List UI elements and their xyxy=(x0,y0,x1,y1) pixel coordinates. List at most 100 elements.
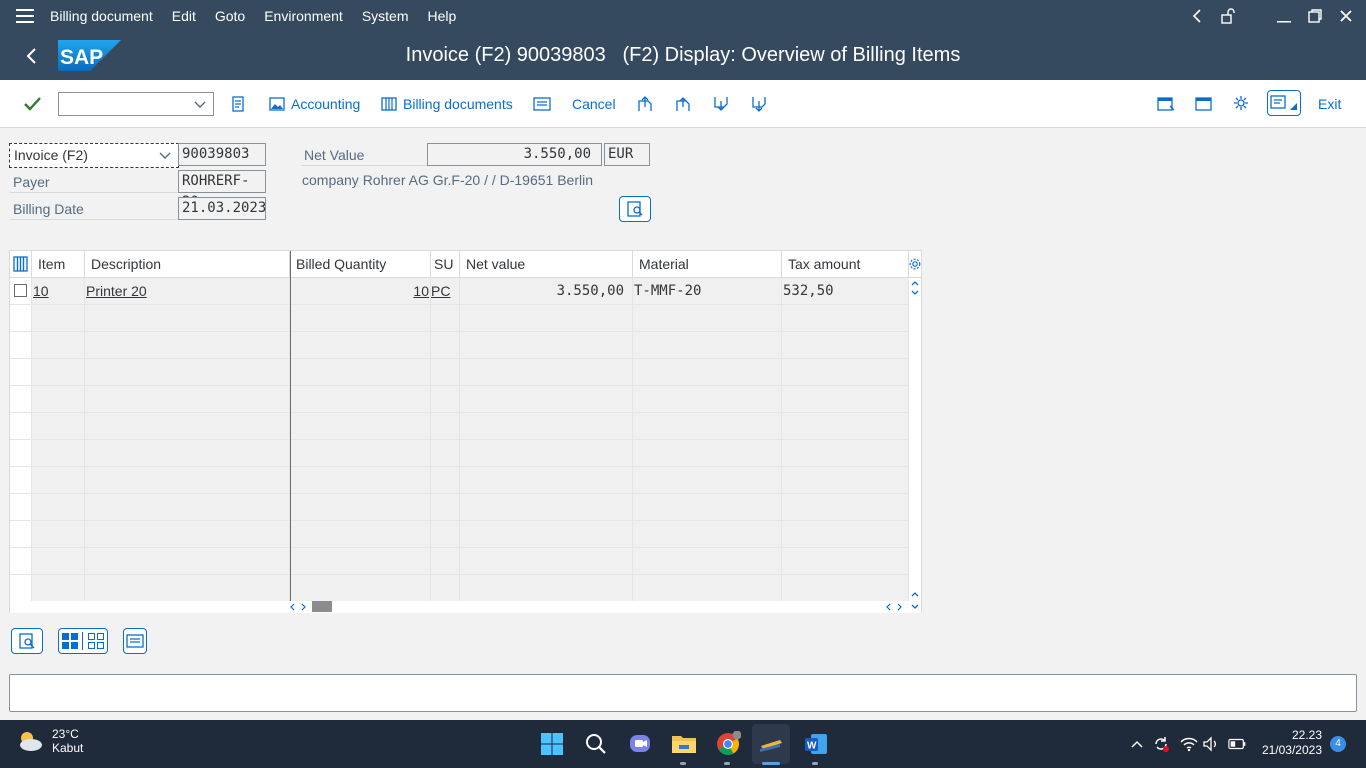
billing-type-dropdown[interactable]: Invoice (F2) xyxy=(9,143,179,168)
clock[interactable]: 22.23 21/03/2023 xyxy=(1262,728,1322,758)
cancel-button[interactable]: Cancel xyxy=(572,80,616,128)
billing-date-field[interactable]: 21.03.2023 xyxy=(178,197,266,220)
empty-table-row[interactable] xyxy=(10,521,909,548)
empty-table-row[interactable] xyxy=(10,440,909,467)
billing-document-number-field[interactable]: 90039803 xyxy=(178,143,266,166)
horizontal-scrollbar[interactable] xyxy=(10,601,921,613)
empty-cell xyxy=(633,413,782,439)
vertical-scrollbar[interactable] xyxy=(909,278,921,601)
empty-cell xyxy=(633,359,782,385)
column-header-material[interactable]: Material xyxy=(633,251,782,278)
new-session-button[interactable] xyxy=(1157,80,1175,128)
payer-field[interactable]: ROHRERF-20 xyxy=(178,170,266,210)
empty-cell xyxy=(431,305,460,331)
payer-label: Payer xyxy=(10,171,178,193)
column-header-su[interactable]: SU xyxy=(431,251,460,278)
menu-goto[interactable]: Goto xyxy=(215,8,245,24)
exit-button[interactable]: Exit xyxy=(1318,80,1341,128)
menu-edit[interactable]: Edit xyxy=(172,8,196,24)
sync-tray-icon[interactable] xyxy=(1152,735,1170,753)
net-value-label: Net Value xyxy=(301,144,427,166)
empty-cell xyxy=(291,521,431,547)
battery-tray-icon[interactable] xyxy=(1228,735,1246,753)
header-details-button[interactable] xyxy=(619,196,651,222)
restore-icon[interactable] xyxy=(1307,8,1323,24)
empty-table-row[interactable] xyxy=(10,413,909,440)
empty-table-row[interactable] xyxy=(10,494,909,521)
item-output-button[interactable] xyxy=(123,628,147,654)
menu-billing-document[interactable]: Billing document xyxy=(50,8,153,24)
empty-cell xyxy=(460,521,633,547)
last-page-button[interactable] xyxy=(750,80,768,128)
empty-cell xyxy=(32,332,85,358)
description-link[interactable]: Printer 20 xyxy=(86,283,147,299)
horizontal-scroll-thumb[interactable] xyxy=(312,601,332,612)
hamburger-menu-icon[interactable] xyxy=(0,0,50,31)
menu-environment[interactable]: Environment xyxy=(264,8,343,24)
output-button[interactable] xyxy=(533,80,551,128)
start-button[interactable] xyxy=(538,730,566,758)
cell-net-value[interactable]: 3.550,00 xyxy=(460,278,633,304)
empty-table-row[interactable] xyxy=(10,548,909,575)
chrome-button[interactable] xyxy=(714,730,742,758)
cell-su[interactable]: PC xyxy=(431,278,460,304)
menu-help[interactable]: Help xyxy=(428,8,457,24)
cell-description[interactable]: Printer 20 xyxy=(85,278,290,304)
item-link[interactable]: 10 xyxy=(33,283,49,299)
select-all-columns-button[interactable] xyxy=(10,251,32,278)
cell-tax-amount[interactable]: 532,50 xyxy=(782,278,909,304)
first-page-button[interactable] xyxy=(636,80,654,128)
column-header-item[interactable]: Item xyxy=(32,251,85,278)
menu-system[interactable]: System xyxy=(362,8,409,24)
empty-table-row[interactable] xyxy=(10,386,909,413)
file-explorer-button[interactable] xyxy=(670,730,698,758)
cell-item[interactable]: 10 xyxy=(32,278,85,304)
chevron-left-icon[interactable] xyxy=(1189,8,1205,24)
teams-chat-button[interactable] xyxy=(626,730,654,758)
su-link[interactable]: PC xyxy=(431,283,450,299)
enter-button[interactable] xyxy=(24,80,42,128)
column-header-description[interactable]: Description xyxy=(85,251,290,278)
wifi-tray-icon[interactable] xyxy=(1180,735,1198,753)
word-button[interactable]: W xyxy=(802,730,830,758)
billed-quantity-link[interactable]: 10 xyxy=(413,283,429,299)
minimize-icon[interactable] xyxy=(1276,8,1292,24)
next-page-button[interactable] xyxy=(712,80,730,128)
notification-badge[interactable]: 4 xyxy=(1330,736,1346,752)
billing-documents-button[interactable]: Billing documents xyxy=(381,80,513,128)
sap-logon-button[interactable] xyxy=(752,724,790,764)
net-value-field[interactable]: 3.550,00 xyxy=(427,143,602,166)
customize-layout-button[interactable] xyxy=(1267,90,1301,116)
previous-page-button[interactable] xyxy=(674,80,692,128)
table-row[interactable]: 10 Printer 20 10 PC 3.550,00 T-MMF-20 53… xyxy=(10,278,909,305)
column-header-billed-quantity[interactable]: Billed Quantity xyxy=(290,251,431,278)
close-icon[interactable] xyxy=(1338,8,1354,24)
table-settings-button[interactable] xyxy=(909,251,921,278)
document-flow-button[interactable] xyxy=(230,80,246,128)
settings-button[interactable] xyxy=(1233,80,1251,128)
empty-cell xyxy=(85,332,290,358)
column-header-tax-amount[interactable]: Tax amount xyxy=(782,251,909,278)
empty-table-row[interactable] xyxy=(10,305,909,332)
cell-material[interactable]: T-MMF-20 xyxy=(633,278,782,304)
show-hidden-icons-button[interactable] xyxy=(1128,735,1146,753)
empty-table-row[interactable] xyxy=(10,359,909,386)
empty-table-row[interactable] xyxy=(10,332,909,359)
unlock-icon[interactable] xyxy=(1220,7,1236,24)
empty-cell xyxy=(431,440,460,466)
command-field[interactable] xyxy=(58,92,214,116)
column-header-net-value[interactable]: Net value xyxy=(460,251,633,278)
cell-billed-quantity[interactable]: 10 xyxy=(291,278,431,304)
select-deselect-buttons[interactable] xyxy=(58,628,108,654)
search-taskbar-button[interactable] xyxy=(582,730,610,758)
empty-table-row[interactable] xyxy=(10,575,909,602)
volume-tray-icon[interactable] xyxy=(1202,735,1220,753)
window-button[interactable] xyxy=(1195,80,1213,128)
item-details-button[interactable] xyxy=(11,628,43,654)
empty-table-row[interactable] xyxy=(10,467,909,494)
empty-cell xyxy=(85,575,290,601)
accounting-button[interactable]: Accounting xyxy=(269,80,360,128)
currency-field[interactable]: EUR xyxy=(604,143,650,166)
row-select-checkbox[interactable] xyxy=(14,284,27,297)
weather-widget[interactable]: 23°C Kabut xyxy=(16,727,83,755)
